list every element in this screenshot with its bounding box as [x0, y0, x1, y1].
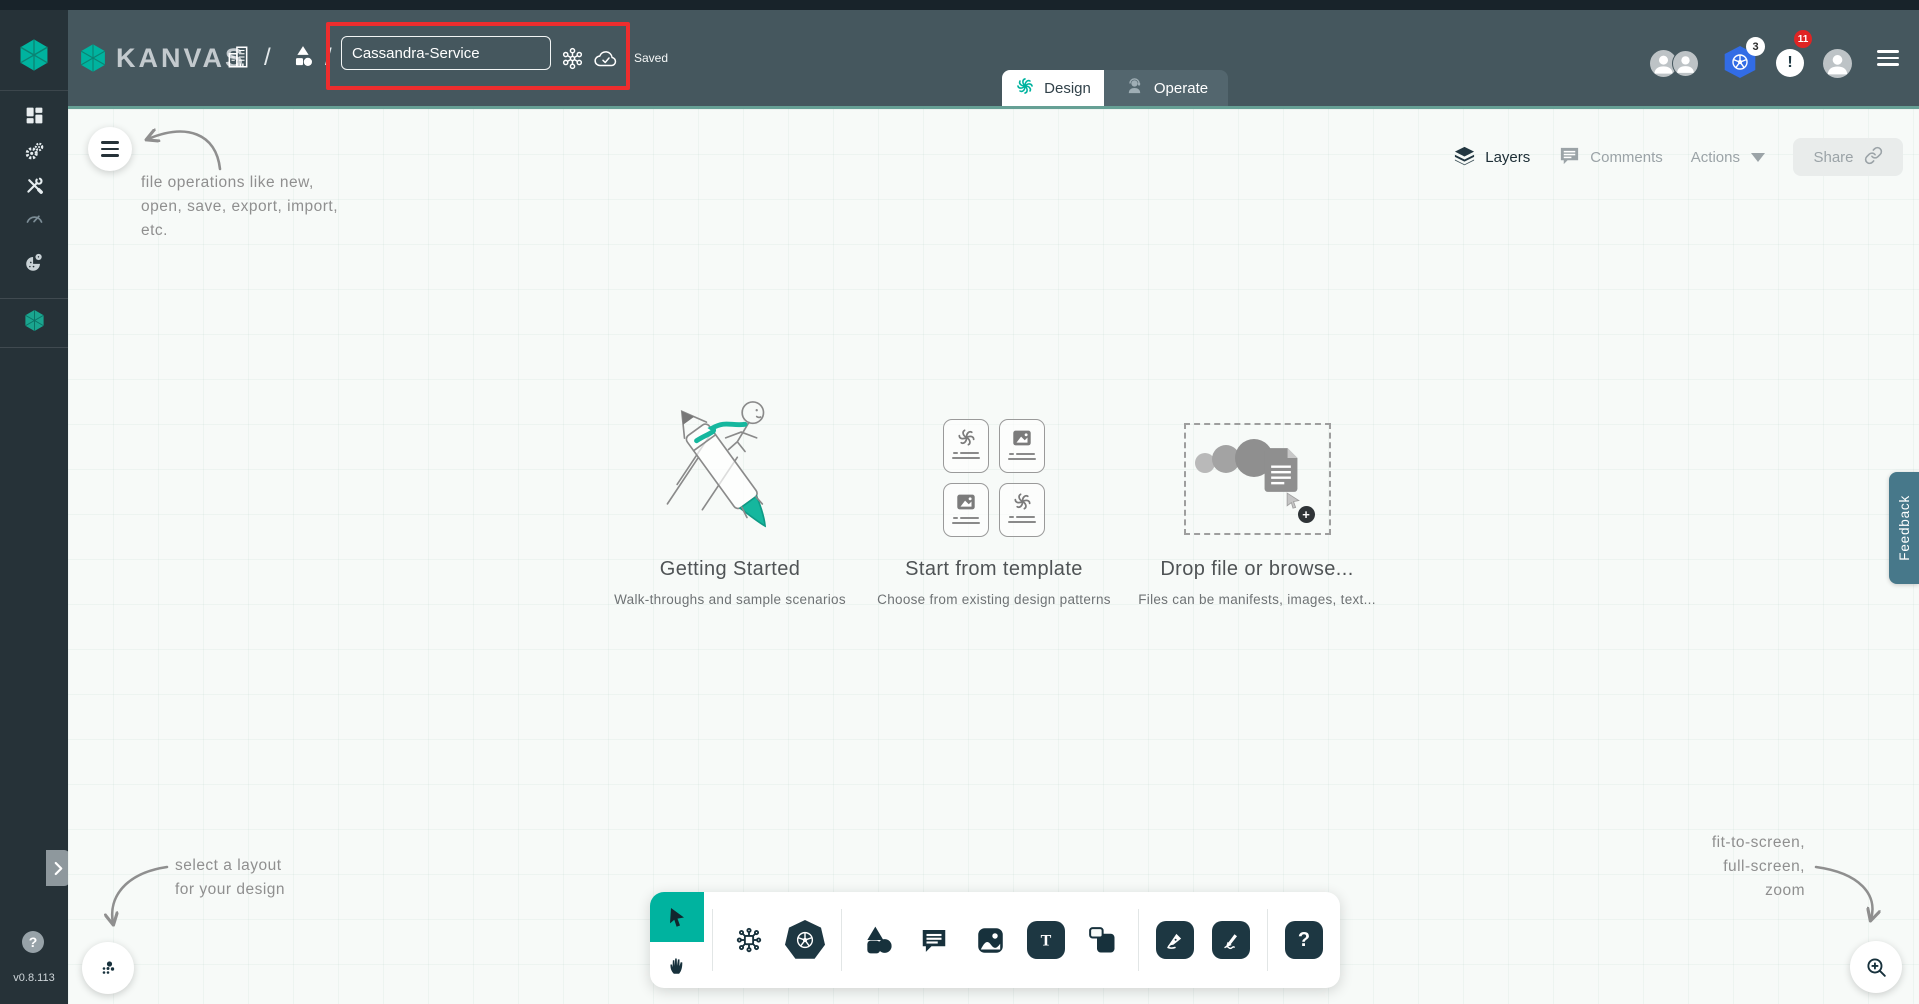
share-label: Share — [1813, 148, 1854, 166]
notification-bell-icon[interactable]: ! — [1776, 49, 1804, 77]
saved-status: Saved — [634, 51, 669, 65]
breadcrumb-separator: / — [325, 44, 332, 71]
card-title: Drop file or browse... — [1160, 558, 1354, 580]
template-thumb-swirl[interactable] — [943, 419, 989, 473]
top-header: KANVAS / / Saved Design — [68, 10, 1919, 106]
annotation-select-layout: select a layout for your design — [175, 857, 286, 898]
image-tool[interactable] — [967, 917, 1013, 963]
app-version: v0.8.113 — [13, 972, 55, 984]
kanvas-sidebar-icon[interactable] — [0, 308, 68, 332]
chevron-down-icon — [1751, 152, 1765, 162]
template-thumb-image[interactable] — [943, 483, 989, 537]
layers-icon — [1453, 144, 1476, 171]
layers-button[interactable]: Layers — [1453, 144, 1530, 171]
tab-operate[interactable]: Operate — [1104, 70, 1228, 106]
select-tools-column — [650, 892, 704, 988]
tab-design-label: Design — [1044, 79, 1091, 97]
toolbar-divider — [1267, 909, 1268, 971]
actions-label: Actions — [1690, 148, 1740, 166]
drop-file-card[interactable]: + Drop file or browse... Files can be ma… — [1107, 385, 1407, 607]
canvas-topbar: Layers Comments Actions Share — [1453, 137, 1903, 177]
pen-tool[interactable] — [1152, 917, 1198, 963]
design-name-input[interactable] — [341, 36, 551, 70]
share-button[interactable]: Share — [1793, 138, 1903, 176]
sidebar-divider — [0, 90, 68, 91]
annotation-zoom-controls: fit-to-screen, full-screen, zoom — [1711, 834, 1805, 899]
profile-avatar[interactable] — [1823, 49, 1852, 78]
kanvas-logo-icon[interactable] — [78, 43, 108, 73]
actions-dropdown[interactable]: Actions — [1691, 149, 1765, 166]
component-tool[interactable] — [726, 917, 772, 963]
performance-gauge-icon[interactable] — [0, 206, 68, 230]
comment-icon — [1558, 144, 1581, 171]
header-menu-icon[interactable] — [1877, 46, 1899, 70]
card-title: Start from template — [905, 558, 1083, 580]
tab-operate-label: Operate — [1153, 79, 1209, 97]
design-swirl-icon — [1015, 76, 1035, 100]
file-drop-zone[interactable]: + — [1183, 423, 1331, 535]
template-thumb-image[interactable] — [999, 419, 1045, 473]
collaborator-avatar[interactable] — [1672, 50, 1699, 77]
feedback-tab[interactable]: Feedback — [1889, 472, 1919, 584]
toolkit-wrench-icon[interactable] — [0, 173, 68, 197]
toolbar-divider — [841, 909, 842, 971]
text-tool[interactable]: T — [1023, 917, 1069, 963]
card-title: Getting Started — [659, 558, 801, 580]
getting-started-illustration — [648, 385, 813, 545]
toolbar-divider — [712, 909, 713, 971]
getting-started-card[interactable]: Getting Started Walk-throughs and sample… — [580, 385, 880, 607]
card-subtitle: Choose from existing design patterns — [877, 592, 1111, 607]
comments-label: Comments — [1590, 148, 1663, 166]
help-tool[interactable]: ? — [1281, 917, 1327, 963]
share-link-icon — [1864, 146, 1883, 169]
canvas-menu-button[interactable] — [88, 127, 132, 171]
bottom-toolbar: T ? — [650, 892, 1340, 988]
breadcrumb-separator: / — [264, 44, 271, 71]
layers-label: Layers — [1485, 148, 1531, 166]
start-from-template-card[interactable]: Start from template Choose from existing… — [844, 385, 1144, 607]
tab-design[interactable]: Design — [1002, 70, 1104, 106]
toolbar-divider — [1138, 909, 1139, 971]
sidebar-expander-chevron[interactable] — [46, 850, 70, 886]
sidebar-divider — [0, 347, 68, 348]
sidebar-divider — [0, 298, 68, 299]
mode-tabs: Design Operate — [1002, 70, 1228, 106]
comment-tool[interactable] — [911, 917, 957, 963]
pan-hand-tool[interactable] — [650, 942, 704, 988]
kanvas-app: ? v0.8.113 KANVAS / / Saved — [0, 0, 1919, 1004]
rectangle-tool[interactable] — [1079, 917, 1125, 963]
cloud-saved-icon[interactable] — [593, 43, 619, 73]
card-subtitle: Walk-throughs and sample scenarios — [614, 592, 846, 607]
operate-person-headset-icon — [1124, 76, 1145, 101]
cursor-tool[interactable] — [650, 892, 704, 942]
plus-badge-icon: + — [1297, 506, 1315, 523]
notification-badge: 11 — [1794, 30, 1812, 48]
mesh-visibility-icon[interactable] — [559, 43, 585, 73]
organization-building-icon[interactable] — [225, 42, 251, 72]
workspace-shapes-icon[interactable] — [290, 42, 316, 72]
pencil-tool[interactable] — [1208, 917, 1254, 963]
zoom-controls-button[interactable] — [1850, 941, 1902, 993]
kubernetes-tool[interactable] — [782, 917, 828, 963]
window-top-strip — [0, 0, 1919, 10]
left-sidebar: ? v0.8.113 — [0, 10, 70, 1004]
comments-button[interactable]: Comments — [1558, 144, 1663, 171]
annotation-file-operations: file operations like new, open, save, ex… — [141, 174, 339, 239]
kubernetes-context-badge: 3 — [1746, 37, 1765, 56]
patterns-circle-icon[interactable] — [0, 250, 68, 274]
settings-gears-icon[interactable] — [0, 140, 68, 164]
feedback-label: Feedback — [1896, 495, 1912, 561]
help-button[interactable]: ? — [22, 931, 44, 953]
layout-selector-button[interactable] — [82, 942, 134, 994]
meshery-logo-icon[interactable] — [17, 38, 51, 72]
svg-text:T: T — [1041, 933, 1052, 950]
template-thumbnails — [943, 385, 1045, 545]
shapes-tool[interactable] — [855, 917, 901, 963]
card-subtitle: Files can be manifests, images, text... — [1138, 592, 1376, 607]
template-thumb-swirl[interactable] — [999, 483, 1045, 537]
dashboard-icon[interactable] — [0, 103, 68, 127]
document-icon — [1262, 447, 1300, 498]
design-canvas[interactable]: file operations like new, open, save, ex… — [68, 109, 1919, 1004]
